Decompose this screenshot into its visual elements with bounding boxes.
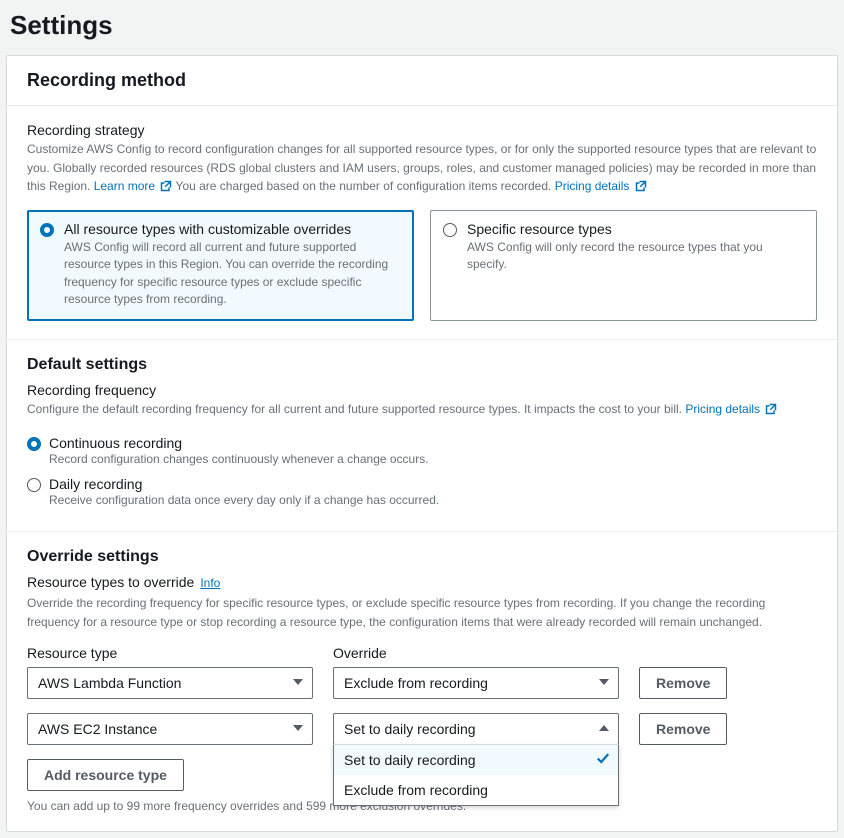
radio-icon: [40, 223, 54, 237]
recording-frequency-radio-group: Continuous recording Record configuratio…: [27, 431, 817, 513]
tile-description: AWS Config will only record the resource…: [467, 239, 804, 274]
override-row: AWS Lambda Function Exclude from recordi…: [27, 667, 817, 699]
external-link-icon: [635, 179, 647, 198]
tile-title: All resource types with customizable ove…: [64, 221, 401, 237]
recording-frequency-description: Configure the default recording frequenc…: [27, 400, 817, 421]
strategy-desc-2: You are charged based on the number of c…: [176, 179, 555, 193]
chevron-down-icon: [292, 675, 304, 691]
radio-continuous-recording[interactable]: Continuous recording Record configuratio…: [27, 431, 817, 472]
select-value: AWS EC2 Instance: [38, 721, 157, 737]
remove-button[interactable]: Remove: [639, 713, 727, 745]
recording-strategy-heading: Recording strategy: [27, 122, 817, 138]
resource-type-select[interactable]: AWS Lambda Function: [27, 667, 313, 699]
select-value: Set to daily recording: [344, 721, 476, 737]
strategy-tile-row: All resource types with customizable ove…: [27, 210, 817, 322]
external-link-icon: [765, 402, 777, 421]
tile-title: Specific resource types: [467, 221, 804, 237]
radio-description: Record configuration changes continuousl…: [49, 452, 817, 466]
radio-description: Receive configuration data once every da…: [49, 493, 817, 507]
default-settings-section: Default settings Recording frequency Con…: [7, 339, 837, 531]
pricing-details-link[interactable]: Pricing details: [555, 179, 647, 193]
remove-button[interactable]: Remove: [639, 667, 727, 699]
override-description: Override the recording frequency for spe…: [27, 594, 817, 631]
col-resource-type-header: Resource type: [27, 645, 313, 661]
check-icon: [596, 752, 610, 769]
col-override-header: Override: [333, 645, 619, 661]
tile-all-resource-types[interactable]: All resource types with customizable ove…: [27, 210, 414, 322]
dropdown-option-exclude[interactable]: Exclude from recording: [334, 775, 618, 805]
panel-title: Recording method: [27, 70, 817, 91]
pricing-label: Pricing details: [555, 179, 630, 193]
select-value: Exclude from recording: [344, 675, 488, 691]
recording-frequency-heading: Recording frequency: [27, 382, 817, 398]
dropdown-option-daily[interactable]: Set to daily recording: [334, 745, 618, 775]
override-select[interactable]: Exclude from recording: [333, 667, 619, 699]
override-select[interactable]: Set to daily recording: [333, 713, 619, 745]
override-settings-heading: Override settings: [27, 548, 817, 566]
radio-daily-recording[interactable]: Daily recording Receive configuration da…: [27, 472, 817, 513]
freq-desc: Configure the default recording frequenc…: [27, 402, 685, 416]
chevron-down-icon: [292, 721, 304, 737]
override-dropdown-menu: Set to daily recording Exclude from reco…: [333, 744, 619, 806]
pricing-label-2: Pricing details: [685, 402, 760, 416]
radio-label: Continuous recording: [49, 435, 817, 451]
tile-description: AWS Config will record all current and f…: [64, 239, 401, 309]
recording-method-panel: Recording method Recording strategy Cust…: [6, 55, 838, 832]
recording-strategy-section: Recording strategy Customize AWS Config …: [7, 106, 837, 339]
add-resource-type-button[interactable]: Add resource type: [27, 759, 184, 791]
override-settings-section: Override settings Resource types to over…: [7, 531, 837, 831]
radio-icon: [27, 437, 41, 451]
pricing-details-link-2[interactable]: Pricing details: [685, 402, 777, 416]
override-row: AWS EC2 Instance Set to daily recording …: [27, 713, 817, 745]
radio-label: Daily recording: [49, 476, 817, 492]
dropdown-option-label: Set to daily recording: [344, 752, 476, 768]
chevron-down-icon: [598, 675, 610, 691]
page-title: Settings: [6, 0, 838, 55]
resource-types-override-heading: Resource types to override: [27, 574, 194, 590]
tile-specific-resource-types[interactable]: Specific resource types AWS Config will …: [430, 210, 817, 322]
select-value: AWS Lambda Function: [38, 675, 181, 691]
radio-icon: [443, 223, 457, 237]
override-column-headers: Resource type Override: [27, 645, 817, 661]
learn-more-link[interactable]: Learn more: [94, 179, 176, 193]
resource-type-select[interactable]: AWS EC2 Instance: [27, 713, 313, 745]
info-link[interactable]: Info: [200, 576, 220, 590]
chevron-up-icon: [598, 721, 610, 737]
default-settings-heading: Default settings: [27, 356, 817, 374]
panel-header: Recording method: [7, 56, 837, 106]
dropdown-option-label: Exclude from recording: [344, 782, 488, 798]
recording-strategy-description: Customize AWS Config to record configura…: [27, 140, 817, 198]
radio-icon: [27, 478, 41, 492]
external-link-icon: [160, 179, 172, 198]
learn-more-label: Learn more: [94, 179, 155, 193]
